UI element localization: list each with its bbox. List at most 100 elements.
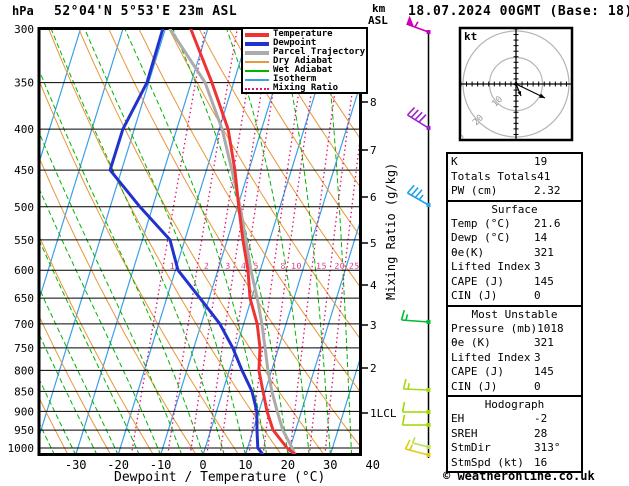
panel-row-label: StmDir: [451, 441, 491, 454]
panel-title: Most Unstable: [471, 307, 558, 321]
x-axis-label: Dewpoint / Temperature (°C): [114, 470, 326, 485]
legend-swatch: [245, 60, 269, 63]
hodograph-unit-label: kt: [464, 30, 478, 43]
km-tick-label: 1LCL: [370, 407, 397, 420]
panel-row-label: CIN (J): [451, 289, 498, 302]
panel-row-label: Totals Totals: [451, 169, 538, 183]
panel-row: StmSpd (kt) 16: [451, 456, 578, 471]
panel-row-label: Temp (°C): [451, 216, 511, 230]
panel-row-label: θe(K): [451, 245, 485, 259]
pressure-tick-label: 600: [14, 264, 34, 277]
altitude-unit-asl: ASL: [368, 14, 388, 27]
legend-label: Mixing Ratio: [273, 83, 339, 93]
pressure-tick-label: 650: [14, 292, 34, 305]
pressure-tick-label: 400: [14, 123, 34, 136]
km-tick-label: 6: [370, 191, 377, 204]
wind-barb: [401, 401, 431, 414]
panel-row: θe (K) 321: [451, 336, 578, 351]
mixing-ratio-value-label: 15: [316, 262, 327, 272]
panel-surface: Surface Temp (°C) 21.6 Dewp (°C) 14 θe(K) 321 L…: [446, 199, 583, 307]
pressure-tick-label: 300: [14, 23, 34, 36]
panel-row-label: K: [451, 155, 458, 168]
station-title: 52°04'N 5°53'E 23m ASL: [54, 4, 238, 19]
panel-row-value: 2.32: [534, 184, 561, 197]
pressure-unit-label: hPa: [12, 4, 34, 18]
mixing-ratio-value-label: 1: [169, 262, 174, 272]
panel-row: SREH 28: [451, 427, 578, 442]
panel-row-value: 14: [534, 231, 548, 244]
panel-row: Lifted Index 3: [451, 260, 578, 275]
panel-row: Pressure (mb) 1018: [451, 322, 578, 337]
mixing-ratio-axis-label: Mixing Ratio (g/kg): [384, 162, 398, 300]
pressure-tick-label: 950: [14, 424, 34, 437]
panel-title: Surface: [491, 202, 538, 216]
indices-panels: K 19 Totals Totals 41 PW (cm) 2.32 Surface Temp…: [446, 152, 583, 473]
legend-swatch: [245, 87, 269, 90]
panel-row-value: 3: [534, 260, 541, 273]
mixing-ratio-value-label: 25: [349, 262, 360, 272]
panel-row-label: CAPE (J): [451, 365, 504, 378]
legend-swatch: [245, 69, 269, 72]
panel-row-label: θe (K): [451, 336, 491, 349]
temp-tick-label: 40: [365, 458, 379, 472]
km-tick-label: 5: [370, 237, 377, 250]
panel-row: θe(K) 321: [451, 246, 578, 261]
panel-indices: K 19 Totals Totals 41 PW (cm) 2.32: [446, 152, 583, 202]
panel-row-value: 0: [534, 289, 541, 302]
wind-barb: [406, 184, 431, 207]
pressure-tick-label: 450: [14, 164, 34, 177]
pressure-tick-label: 700: [14, 318, 34, 331]
wet-adiabat-line: [84, 29, 246, 454]
km-tick-label: 4: [370, 279, 377, 292]
panel-row-label: SREH: [451, 426, 478, 440]
legend-item-mixing-ratio: Mixing Ratio: [245, 84, 364, 93]
panel-most-unstable: Most Unstable Pressure (mb) 1018 θe (K) 321 L…: [446, 304, 583, 397]
panel-row-value: 321: [534, 336, 554, 349]
panel-row-label: Dewp (°C): [451, 231, 511, 244]
pressure-tick-label: 900: [14, 405, 34, 418]
panel-row-label: Lifted Index: [451, 260, 531, 273]
panel-row-value: 3: [534, 350, 541, 364]
pressure-tick-label: 750: [14, 342, 34, 355]
panel-hodograph: Hodograph EH -2 SREH 28 StmDir 313° StmSpd (kt)…: [446, 395, 583, 473]
km-tick-label: 3: [370, 319, 377, 332]
km-tick-label: 8: [370, 96, 377, 109]
panel-row-value: 16: [534, 455, 548, 469]
panel-row-value: 145: [534, 274, 554, 288]
panel-row: CAPE (J) 145: [451, 365, 578, 380]
panel-row-value: 1018: [537, 321, 564, 335]
mixing-ratio-value-label: 10: [291, 262, 302, 272]
panel-row: CIN (J) 0: [451, 289, 578, 304]
panel-row-value: 21.6: [534, 216, 561, 230]
panel-row-label: EH: [451, 412, 465, 425]
mixing-ratio-value-label: 5: [253, 262, 258, 272]
panel-row-value: 41: [537, 169, 551, 183]
km-tick-label: 7: [370, 144, 377, 157]
panel-row-value: 0: [534, 379, 541, 393]
pressure-tick-label: 800: [14, 364, 34, 377]
legend-swatch: [245, 41, 269, 46]
pressure-tick-label: 550: [14, 234, 34, 247]
panel-row-value: 19: [534, 155, 548, 168]
wet-adiabat-line: [0, 23, 12, 455]
legend: Temperature Dewpoint Parcel Trajectory Dry …: [241, 27, 368, 94]
panel-row-label: CIN (J): [451, 379, 498, 393]
panel-row: K 19: [451, 155, 578, 170]
panel-row: Dewp (°C) 14: [451, 231, 578, 246]
panel-row: Temp (°C) 21.6: [451, 217, 578, 232]
panel-row-value: 321: [534, 245, 554, 259]
panel-row: Totals Totals 41: [451, 170, 578, 185]
legend-swatch: [245, 50, 269, 55]
panel-row-label: Lifted Index: [451, 350, 531, 364]
panel-row: PW (cm) 2.32: [451, 184, 578, 199]
mixing-ratio-value-label: 3: [225, 262, 230, 272]
mixing-ratio-value-label: 2: [204, 262, 209, 272]
wind-barb: [400, 309, 431, 324]
panel-row-label: Pressure (mb): [451, 321, 538, 335]
hodograph-inset: 102030: [458, 26, 574, 142]
panel-row-value: 145: [534, 365, 554, 378]
panel-row-label: StmSpd (kt): [451, 455, 524, 469]
datetime-label: 18.07.2024 00GMT (Base: 18): [408, 4, 629, 19]
panel-title: Hodograph: [484, 398, 545, 411]
panel-row-label: CAPE (J): [451, 274, 504, 288]
